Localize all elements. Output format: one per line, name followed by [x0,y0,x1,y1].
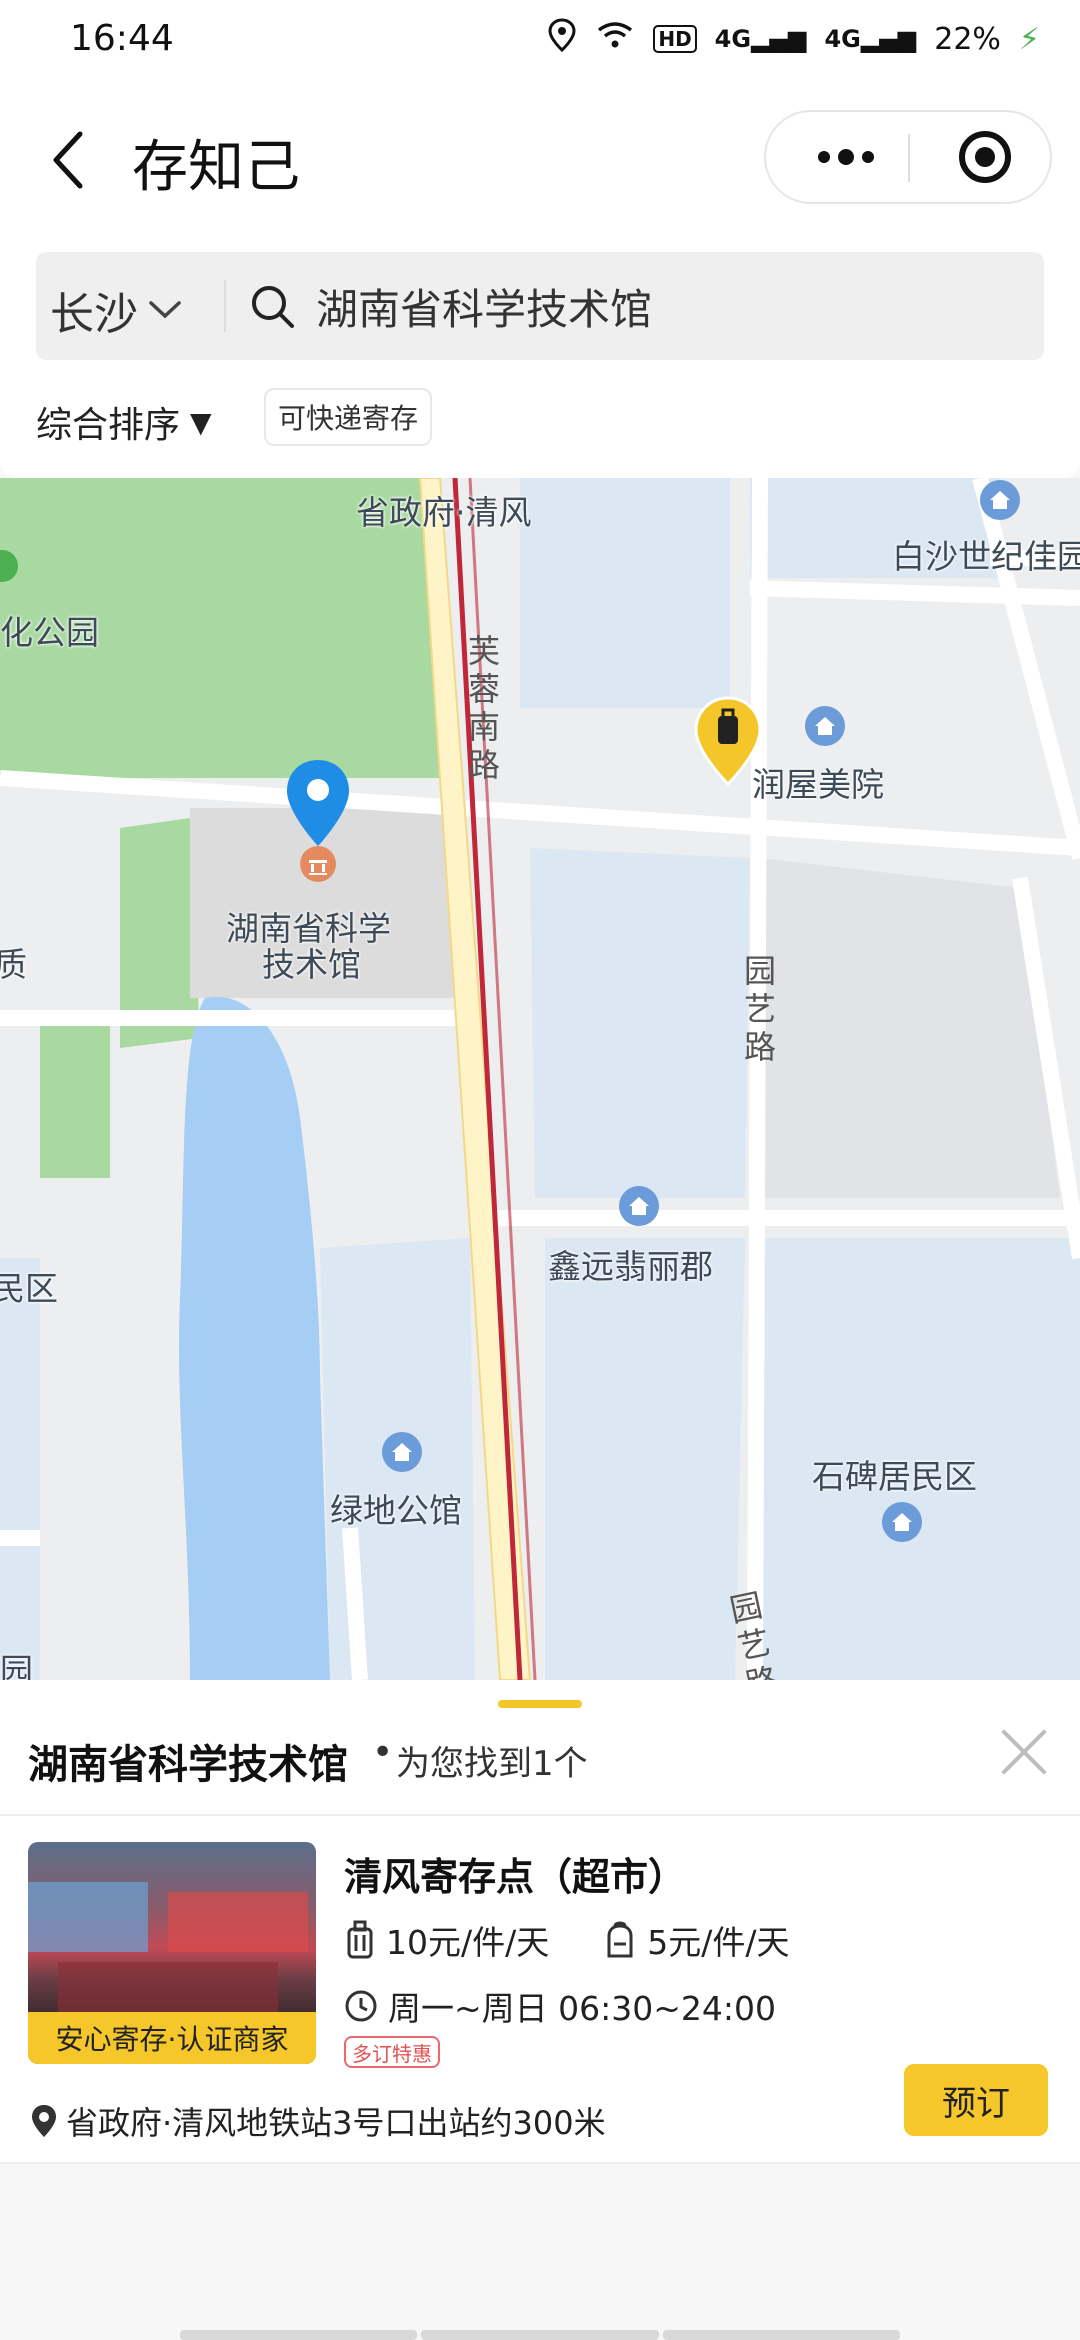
map-label: 鑫远翡丽郡 [548,1247,713,1286]
city-label: 长沙 [50,289,138,340]
map-label: 白沙世纪佳园 [892,537,1080,576]
promo-tag: 多订特惠 [344,2036,440,2068]
location-pin-icon[interactable] [284,758,352,850]
photo-blur [28,1882,148,1952]
search-bar: 长沙 [0,240,1080,380]
book-button[interactable]: 预订 [904,2064,1048,2136]
app-header: 存知己 [0,80,1080,240]
map-label: 化公园 [0,613,99,652]
road-label: 园艺路 [743,952,776,1066]
signal-icon: 4G▂▄▆ [714,25,807,53]
map-label: 民区 [0,1269,58,1308]
sheet-title: 湖南省科学技术馆 [28,1742,348,1788]
home-indicator-segment [662,2330,900,2340]
city-selector[interactable]: 长沙 [50,278,182,342]
status-icons: HD 4G▂▄▆ 4G▂▄▆ 22% ⚡ [547,18,1040,60]
home-poi-icon [382,1432,422,1472]
home-indicator-segment [421,2330,659,2340]
close-icon[interactable] [996,1724,1052,1780]
sort-dropdown[interactable]: 综合排序 ▼ [36,396,212,448]
certified-badge: 安心寄存·认证商家 [28,2012,316,2064]
store-photo: 安心寄存·认证商家 [28,1842,316,2064]
target-icon [959,131,1011,183]
map-label: 省政府·清风 [356,493,532,532]
park-poi-icon [0,550,18,582]
museum-poi-icon [300,846,336,882]
small-price-label: 5元/件/天 [647,1923,790,1962]
store-address: 省政府·清风地铁站3号口出站约300米 [30,2098,606,2144]
clock-icon [345,1990,377,2022]
map-view[interactable]: 省政府·清风 化公园 白沙世纪佳园 芙蓉南路 润屋美院 湖南省科学 技术馆 质 … [0,478,1080,1680]
sort-label: 综合排序 [36,405,181,446]
search-box: 长沙 [36,252,1044,360]
signal-label: 4G [824,25,861,53]
home-indicator [180,2330,900,2340]
opening-hours: 周一~周日 06:30~24:00 [344,1982,776,2030]
close-mini-program-button[interactable] [940,112,1030,202]
map-label: 质 [0,945,27,984]
capsule-divider [908,134,910,182]
road-label: 芙蓉南路 [467,632,500,784]
home-indicator-segment [180,2330,418,2340]
hd-icon: HD [653,25,697,53]
results-sheet: 湖南省科学技术馆 • 为您找到1个 安心寄存·认证商家 清风寄存点（超市） 10… [0,1680,1080,2340]
suitcase-icon [347,1920,373,1959]
caret-down-icon: ▼ [190,405,212,439]
sheet-header: 湖南省科学技术馆 • 为您找到1个 [0,1680,1080,1816]
more-button[interactable] [796,112,896,202]
search-icon [252,286,294,328]
drag-handle[interactable] [498,1700,582,1708]
store-name: 清风寄存点（超市） [344,1855,687,1899]
location-icon [547,18,577,60]
hours-label: 周一~周日 06:30~24:00 [388,1989,776,2028]
wifi-icon [595,20,635,58]
mini-program-capsule [764,110,1052,204]
chevron-left-icon [53,131,83,189]
page-title: 存知己 [132,135,300,200]
backpack-icon [607,1921,633,1958]
battery-level: 22% [934,21,1001,57]
home-poi-icon [882,1502,922,1542]
back-button[interactable] [40,120,100,200]
search-input[interactable] [316,272,1016,340]
status-time: 16:44 [70,18,174,59]
more-dots-icon [818,149,874,165]
home-poi-icon [980,480,1020,520]
filter-row: 综合排序 ▼ 可快递寄存 [0,380,1080,478]
photo-blur [168,1892,308,1952]
search-divider [224,280,226,332]
express-storage-filter[interactable]: 可快递寄存 [264,388,433,446]
small-item-price: 5元/件/天 [603,1916,789,1964]
result-count: 为您找到1个 [396,1744,588,1784]
photo-blur [58,1962,278,2012]
battery-charging-icon: ⚡ [1018,21,1040,57]
signal-icon: 4G▂▄▆ [824,25,917,53]
map-label: 园 [0,1651,33,1680]
address-label: 省政府·清风地铁站3号口出站约300米 [66,2104,606,2142]
map-pin-icon [32,2105,56,2137]
store-card[interactable]: 安心寄存·认证商家 清风寄存点（超市） 10元/件/天 5元/件/天 周一~周日… [0,1816,1080,2164]
home-poi-icon [619,1186,659,1226]
price-row: 10元/件/天 5元/件/天 [344,1916,843,1964]
status-bar: 16:44 HD 4G▂▄▆ 4G▂▄▆ 22% ⚡ [0,0,1080,80]
large-item-price: 10元/件/天 [344,1916,549,1964]
title-separator: • [372,1732,394,1773]
map-label: 绿地公馆 [330,1491,462,1530]
map-label: 石碑居民区 [812,1457,977,1496]
home-poi-icon [805,706,845,746]
chevron-down-icon [149,301,181,319]
map-label: 技术馆 [262,945,361,984]
large-price-label: 10元/件/天 [386,1923,550,1962]
map-label: 润屋美院 [752,765,884,804]
signal-label: 4G [714,25,752,53]
